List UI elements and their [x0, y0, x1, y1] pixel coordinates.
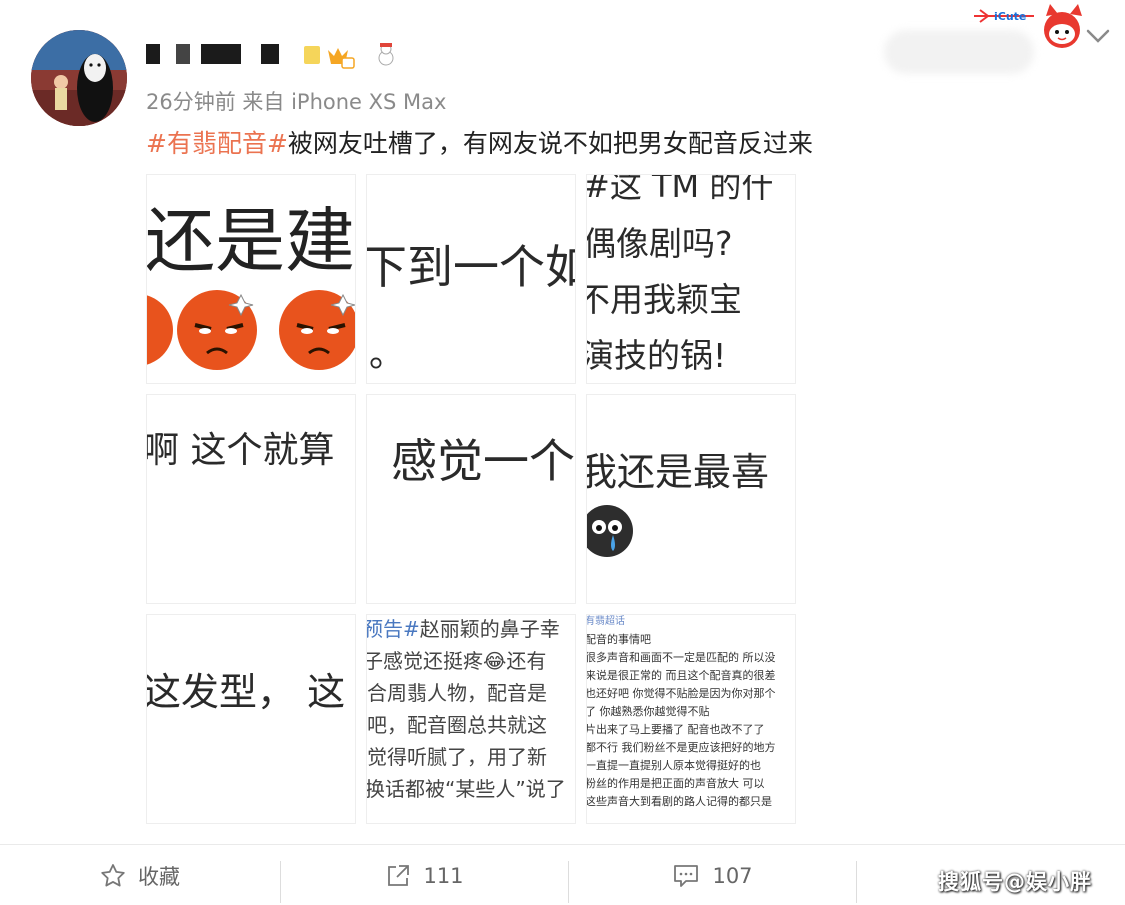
- image-grid: 还是建 下到一个如 。 #这 TM 的什 偶像剧吗? 不用我颖宝 演技的锅! 啊…: [146, 174, 798, 826]
- image-caption-line: 也还好吧 你觉得不贴脸是因为你对那个: [586, 687, 776, 700]
- crying-emoji-icon: [587, 505, 633, 557]
- image-caption-line: 预告#: [366, 617, 420, 641]
- image-caption-line: 这些声音大到看剧的路人记得的都只是: [586, 795, 772, 808]
- image-caption-line: 了 你越熟悉你越觉得不贴: [586, 705, 710, 718]
- image-caption: 感觉一个: [391, 434, 575, 488]
- image-caption-line: 很多声音和画面不一定是匹配的 所以没: [586, 651, 776, 664]
- grid-image-6[interactable]: 我还是最喜: [586, 394, 796, 604]
- image-caption: 还是建: [146, 200, 355, 282]
- image-caption-line: 赵丽颖的鼻子幸: [419, 617, 560, 641]
- image-caption: 。: [369, 334, 406, 375]
- grid-image-5[interactable]: 感觉一个: [366, 394, 576, 604]
- redacted-block: [176, 44, 190, 64]
- image-caption-line: 粉丝的作用是把正面的声音放大 可以: [586, 777, 765, 790]
- grid-image-9[interactable]: 有翡超话 配音的事情吧 很多声音和画面不一定是匹配的 所以没 来说是很正常的 而…: [586, 614, 796, 824]
- post-meta: 26分钟前 来自 iPhone XS Max: [146, 90, 447, 114]
- post-body-text: 被网友吐槽了，有网友说不如把男女配音反过来: [287, 129, 813, 158]
- image-caption: #这 TM 的什: [586, 174, 774, 205]
- repost-count: 111: [423, 863, 464, 888]
- hashtag-link[interactable]: #有翡配音#: [146, 129, 288, 158]
- svg-text:iCute: iCute: [994, 10, 1026, 23]
- mascot-logo-icon: iCute: [974, 4, 1082, 48]
- grid-image-2[interactable]: 下到一个如 。: [366, 174, 576, 384]
- grid-image-1[interactable]: 还是建: [146, 174, 356, 384]
- image-caption: 偶像剧吗?: [586, 224, 733, 263]
- image-caption-line: 预告#赵丽颖的鼻子幸: [366, 615, 560, 642]
- image-caption-line: 有翡超话: [586, 616, 625, 627]
- redacted-block: [201, 44, 241, 64]
- image-caption-line: 一直提一直提别人原本觉得挺好的也: [586, 759, 761, 772]
- grid-image-3[interactable]: #这 TM 的什 偶像剧吗? 不用我颖宝 演技的锅!: [586, 174, 796, 384]
- comment-icon: [674, 864, 699, 887]
- divider: [856, 861, 857, 903]
- grid-image-7[interactable]: 这发型， 这: [146, 614, 356, 824]
- image-caption: 不用我颖宝: [586, 280, 742, 319]
- image-caption-line: 子感觉还挺疼😂还有: [366, 649, 547, 673]
- image-caption: 我还是最喜: [586, 450, 770, 494]
- star-icon: [101, 863, 125, 886]
- image-caption: 演技的锅!: [586, 336, 727, 375]
- comment-count: 107: [712, 863, 753, 888]
- repost-button[interactable]: 111: [281, 845, 568, 905]
- image-caption-line: 换话都被“某些人”说了: [366, 777, 566, 801]
- grid-image-8[interactable]: 预告#赵丽颖的鼻子幸 子感觉还挺疼😂还有 合周翡人物，配音是 吧，配音圈总共就这…: [366, 614, 576, 824]
- image-caption: 啊 这个就算: [146, 430, 335, 471]
- avatar[interactable]: [31, 30, 127, 126]
- image-caption-line: 片出来了马上要播了 配音也改不了了: [586, 723, 765, 736]
- redacted-block: [146, 44, 160, 64]
- image-caption: 这发型， 这: [146, 670, 346, 714]
- chevron-down-icon[interactable]: [1083, 24, 1113, 48]
- image-caption-line: 来说是很正常的 而且这个配音真的很差: [586, 669, 776, 682]
- username-redacted[interactable]: [146, 42, 406, 69]
- share-icon: [388, 864, 410, 886]
- image-caption-line: 配音的事情吧: [586, 633, 651, 646]
- watermark: 搜狐号@娱小胖: [938, 870, 1092, 894]
- post-text: #有翡配音#被网友吐槽了，有网友说不如把男女配音反过来: [146, 124, 813, 160]
- image-caption: 下到一个如: [366, 240, 576, 294]
- redacted-block: [261, 44, 279, 64]
- avatar-image: [31, 30, 127, 126]
- image-caption-line: 觉得听腻了，用了新: [367, 745, 547, 769]
- angry-emoji-icon: [147, 290, 355, 370]
- favorite-button[interactable]: 收藏: [0, 845, 280, 905]
- user-badges-icon: [304, 43, 394, 69]
- grid-image-4[interactable]: 啊 这个就算: [146, 394, 356, 604]
- comment-button[interactable]: 107: [569, 845, 856, 905]
- image-caption-line: 都不行 我们粉丝不是更应该把好的地方: [586, 741, 776, 754]
- image-caption-line: 吧，配音圈总共就这: [367, 713, 547, 737]
- image-caption-line: 合周翡人物，配音是: [367, 681, 547, 705]
- favorite-label: 收藏: [138, 864, 180, 889]
